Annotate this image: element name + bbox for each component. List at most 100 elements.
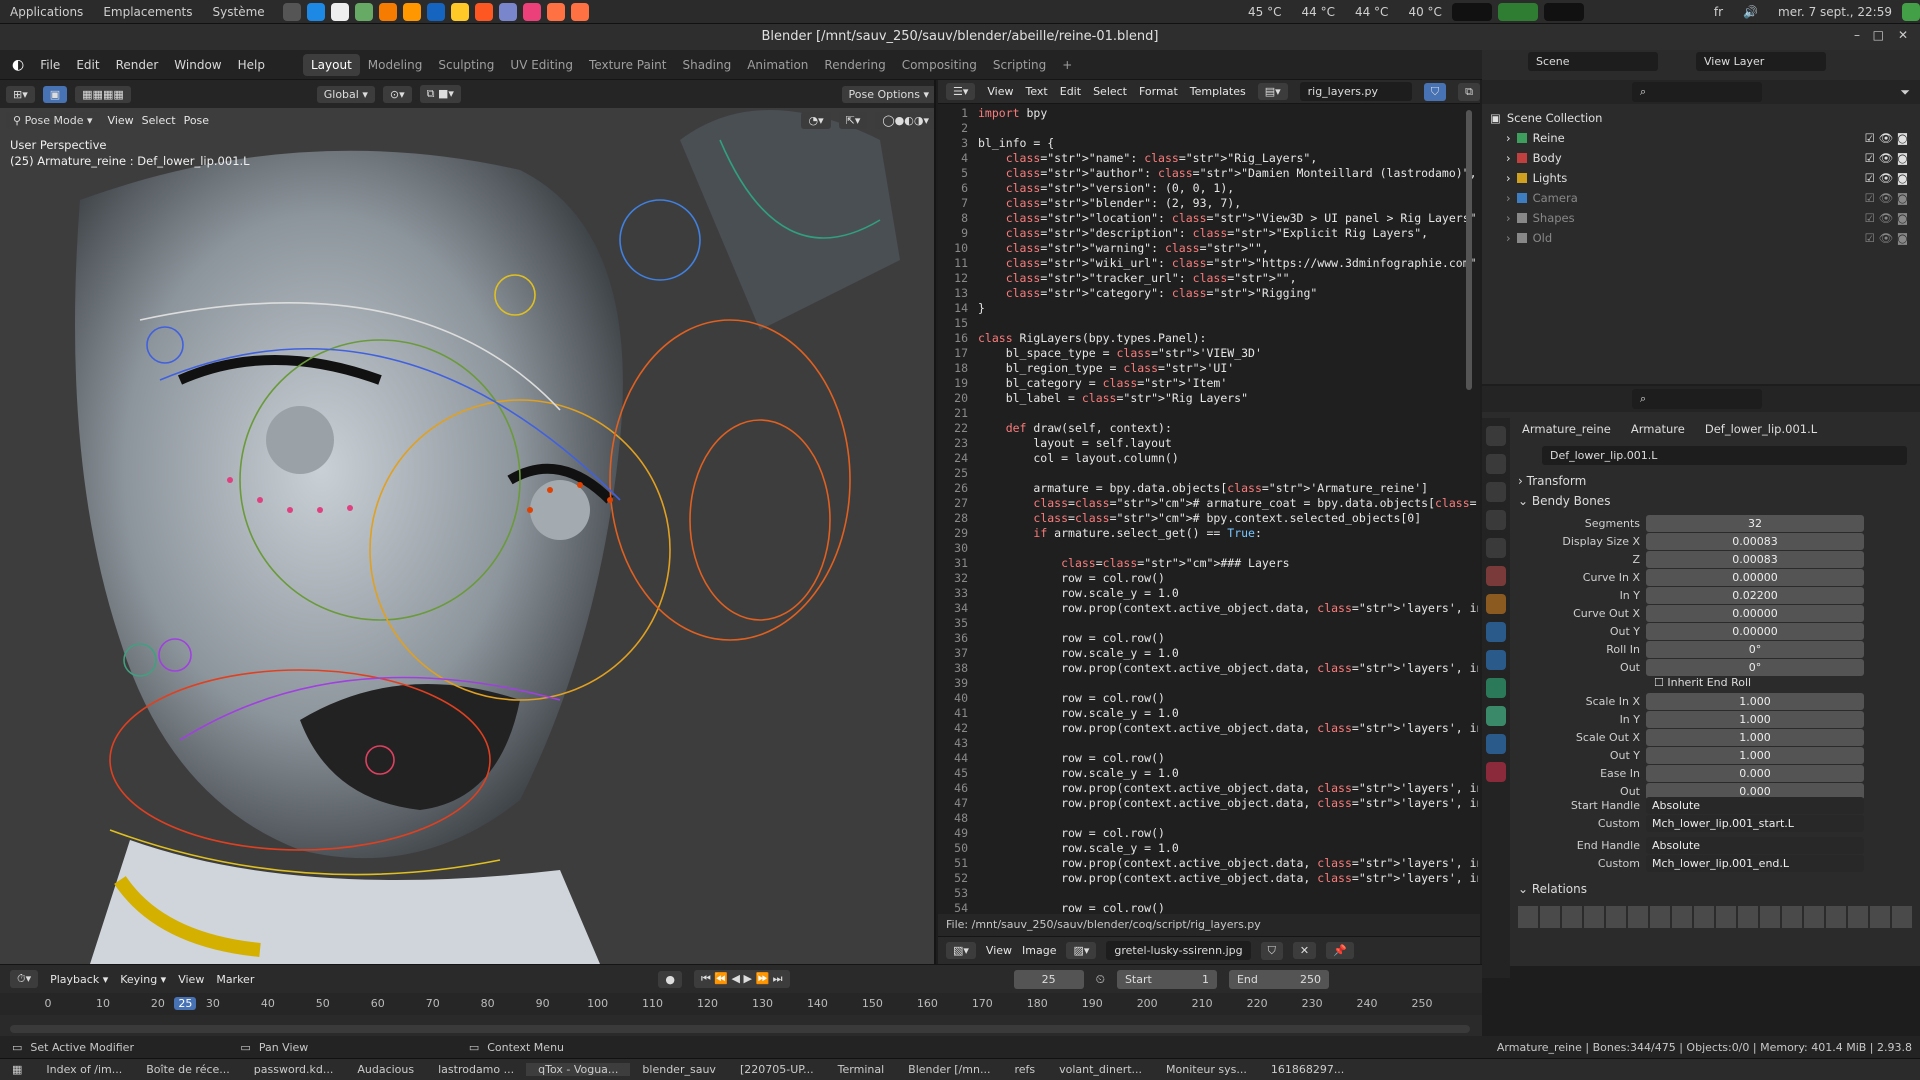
timeline-editor-type-icon[interactable]: ⏱▾ (10, 970, 39, 988)
bendy-bones-panel-header[interactable]: ⌄ Bendy Bones (1518, 494, 1610, 508)
app-icon[interactable] (522, 2, 541, 21)
start-custom-field[interactable]: Mch_lower_lip.001_start.L (1646, 814, 1864, 832)
select-box-icon[interactable]: ▣ (42, 85, 68, 103)
property-value-field[interactable]: 1.000 (1646, 710, 1864, 728)
image-menu-image[interactable]: Image (1022, 944, 1056, 957)
taskbar-item[interactable]: Boîte de réce... (134, 1063, 242, 1076)
workspace-tab-uv-editing[interactable]: UV Editing (502, 54, 581, 76)
fake-user-icon[interactable]: ⛉ (1423, 82, 1447, 101)
outliner-item-lights[interactable]: › Lights ☑ 👁 ◙ (1482, 168, 1920, 188)
end-handle-dropdown[interactable]: Absolute (1646, 836, 1864, 854)
expand-icon[interactable]: › (1506, 231, 1511, 245)
outliner-item-old[interactable]: › Old ☑ 👁 ◙ (1482, 228, 1920, 248)
visibility-toggles[interactable]: ☑ 👁 ◙ (1865, 131, 1908, 145)
files-icon[interactable] (330, 2, 349, 21)
outliner-search-input[interactable]: ⌕ (1632, 82, 1762, 102)
browser-icon[interactable] (306, 2, 325, 21)
bone-name-field[interactable]: Def_lower_lip.001.L (1542, 446, 1907, 465)
image-browse-icon[interactable]: ▨▾ (1066, 942, 1097, 959)
select-mode-icon[interactable]: ▦▦▦▦ (75, 85, 131, 103)
playback-controls[interactable]: ⏮ ⏪ ◀ ▶ ⏩ ⏭ (693, 970, 790, 988)
app-icon[interactable] (426, 2, 445, 21)
overlay-icon[interactable]: ◔▾ (801, 111, 831, 129)
expand-icon[interactable]: › (1506, 211, 1511, 225)
workspace-tab-scripting[interactable]: Scripting (985, 54, 1054, 76)
playback-menu[interactable]: Playback ▾ (50, 973, 108, 986)
expand-icon[interactable]: › (1506, 131, 1511, 145)
view-layer-tab-icon[interactable] (1486, 510, 1506, 530)
text-editor[interactable]: ☰▾ View Text Edit Select Format Template… (938, 80, 1480, 934)
gizmo-icon[interactable]: ⇱▾ (838, 111, 868, 129)
taskbar-item[interactable]: Moniteur sys... (1154, 1063, 1259, 1076)
visibility-toggles[interactable]: ☑ 👁 ◙ (1865, 171, 1908, 185)
snap-icon[interactable]: ⧉ ■▾ (419, 85, 461, 103)
applications-menu[interactable]: Applications (10, 5, 83, 19)
workspace-tab-animation[interactable]: Animation (739, 54, 816, 76)
text-editor-type-icon[interactable]: ☰▾ (946, 83, 976, 100)
property-value-field[interactable]: 0.000 (1646, 764, 1864, 782)
datetime[interactable]: mer. 7 sept., 22:59 (1778, 5, 1892, 19)
close-icon[interactable]: ✕ (1898, 28, 1908, 42)
visibility-toggles[interactable]: ☑ 👁 ◙ (1865, 191, 1908, 205)
texture-tab-icon[interactable] (1486, 762, 1506, 782)
language-indicator[interactable]: fr (1714, 5, 1723, 19)
firefox-icon[interactable] (474, 2, 493, 21)
image-filename-field[interactable]: gretel-lusky-ssirenn.jpg (1106, 941, 1251, 960)
filter-icon[interactable]: ⏷ (1900, 85, 1910, 100)
show-desktop-icon[interactable]: ▦ (0, 1063, 34, 1076)
playhead[interactable]: 25 (174, 997, 197, 1010)
taskbar-item[interactable]: qTox - Vogua... (526, 1063, 631, 1076)
bone-constraints-tab-icon[interactable] (1486, 734, 1506, 754)
menu-render[interactable]: Render (108, 58, 167, 72)
visibility-toggles[interactable]: ☑ 👁 ◙ (1865, 151, 1908, 165)
system-menu[interactable]: Système (213, 5, 265, 19)
taskbar-item[interactable]: password.kd... (242, 1063, 346, 1076)
image-fake-user-icon[interactable]: ⛉ (1260, 941, 1283, 960)
end-frame-field[interactable]: End 250 (1228, 969, 1329, 989)
taskbar-item[interactable]: refs (1002, 1063, 1047, 1076)
scene-field[interactable]: Scene (1528, 51, 1658, 71)
view-layer-field[interactable]: View Layer (1696, 51, 1826, 71)
text-browse-icon[interactable]: ▤▾ (1257, 83, 1288, 100)
maximize-icon[interactable]: □ (1873, 28, 1884, 42)
viewport-menu-select[interactable]: Select (142, 114, 176, 127)
transform-panel-header[interactable]: › Transform (1518, 474, 1586, 488)
app-icon[interactable] (378, 2, 397, 21)
code-area[interactable]: import bpy bl_info = { class="str">"name… (978, 106, 1478, 916)
outliner-item-camera[interactable]: › Camera ☑ 👁 ◙ (1482, 188, 1920, 208)
property-value-field[interactable]: 0.00000 (1646, 604, 1864, 622)
bone-tab-icon[interactable] (1486, 706, 1506, 726)
image-close-icon[interactable]: ✕ (1292, 942, 1317, 959)
taskbar-item[interactable]: Blender [/mn... (896, 1063, 1002, 1076)
text-filename-field[interactable]: rig_layers.py (1299, 82, 1412, 101)
power-icon[interactable] (1902, 2, 1920, 21)
app-icon[interactable] (354, 2, 373, 21)
render-tab-icon[interactable] (1486, 454, 1506, 474)
property-value-field[interactable]: 0.00000 (1646, 568, 1864, 586)
properties-search-input[interactable]: ⌕ (1632, 389, 1762, 409)
text-menu-view[interactable]: View (987, 85, 1013, 98)
keying-menu[interactable]: Keying ▾ (120, 973, 166, 986)
blender-icon[interactable] (546, 2, 565, 21)
menu-edit[interactable]: Edit (68, 58, 107, 72)
shading-icon[interactable]: ◯●◐◑▾ (875, 111, 934, 129)
expand-icon[interactable]: › (1506, 151, 1511, 165)
expand-icon[interactable]: › (1506, 171, 1511, 185)
workspace-tab-modeling[interactable]: Modeling (360, 54, 431, 76)
frame-ruler[interactable]: 0 10 20 25 30 40 50 60 70 80 90 100 110 120 130 140 150 1… (0, 993, 1482, 1015)
armature-data-tab-icon[interactable] (1486, 678, 1506, 698)
taskbar-item[interactable]: Terminal (826, 1063, 897, 1076)
scene-collection-row[interactable]: ▣ Scene Collection (1482, 108, 1920, 128)
image-menu-view[interactable]: View (986, 944, 1012, 957)
outliner-item-body[interactable]: › Body ☑ 👁 ◙ (1482, 148, 1920, 168)
bone-layers-grid[interactable] (1518, 906, 1913, 928)
taskbar-item[interactable]: volant_dinert... (1047, 1063, 1154, 1076)
object-tab-icon[interactable] (1486, 594, 1506, 614)
places-menu[interactable]: Emplacements (103, 5, 192, 19)
taskbar-item[interactable]: lastrodamo ... (426, 1063, 526, 1076)
modifiers-tab-icon[interactable] (1486, 622, 1506, 642)
property-value-field[interactable]: 1.000 (1646, 746, 1864, 764)
blender-icon[interactable] (570, 2, 589, 21)
outliner-item-reine[interactable]: › Reine ☑ 👁 ◙ (1482, 128, 1920, 148)
app-icon[interactable] (450, 2, 469, 21)
